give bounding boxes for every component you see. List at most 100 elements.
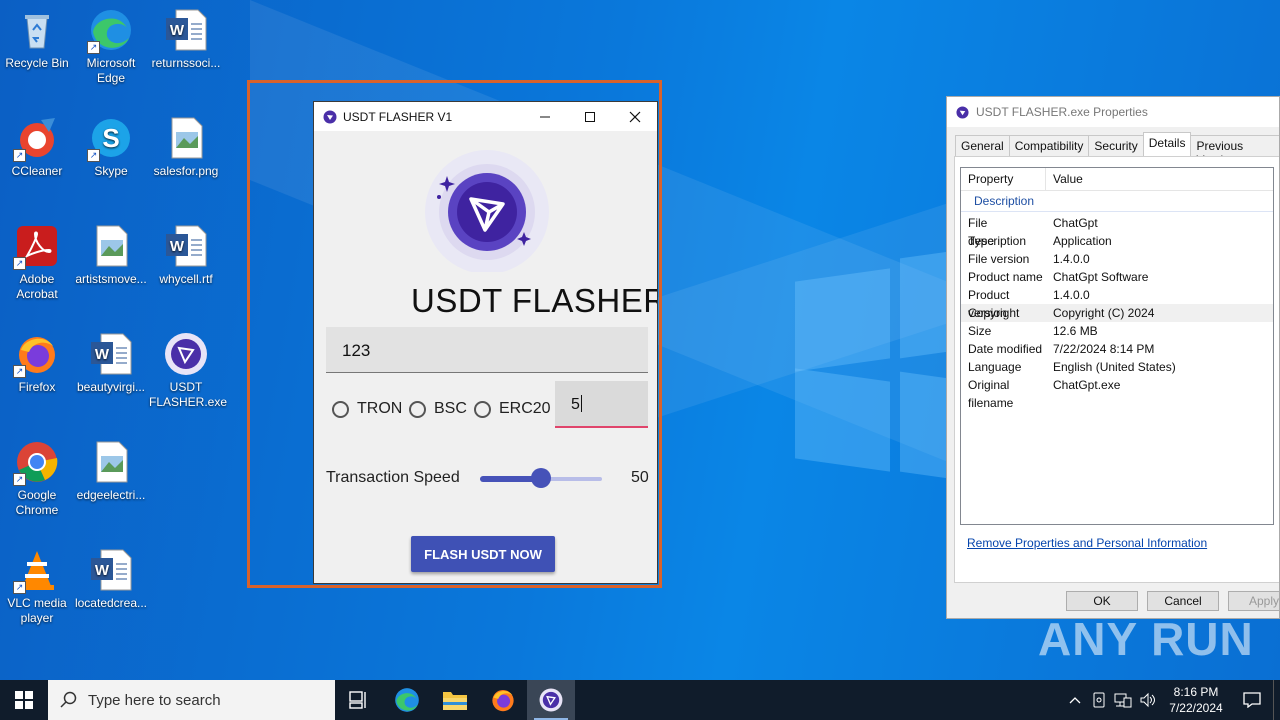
radio-circle[interactable] [332, 400, 349, 418]
radio-bsc[interactable]: BSC [409, 400, 467, 418]
property-name: File version [968, 252, 1030, 266]
property-name: Copyright [968, 306, 1020, 320]
text-caret [580, 395, 582, 412]
system-tray: 8:16 PM 7/22/2024 [1063, 680, 1280, 720]
icon-label: whycell.rtf [159, 272, 213, 286]
desktop-icon-edgeelectri[interactable]: edgeelectri... [74, 440, 148, 503]
maximize-button[interactable] [567, 102, 612, 131]
minimize-button[interactable] [522, 102, 567, 131]
desktop-icon-beautyvirgi[interactable]: W beautyvirgi... [74, 332, 148, 395]
desktop-icon-returnssoci[interactable]: W returnssoci... [149, 8, 223, 71]
radio-circle[interactable] [474, 400, 491, 418]
desktop-icon-edge[interactable]: ↗ Microsoft Edge [74, 8, 148, 86]
desktop-icon-skype[interactable]: S ↗ Skype [74, 116, 148, 179]
desktop-icon-firefox[interactable]: ↗ Firefox [0, 332, 74, 395]
desktop-icon-locatedcrea[interactable]: W locatedcrea... [74, 548, 148, 611]
vlc-icon: ↗ [13, 548, 59, 594]
details-row[interactable]: Size 12.6 MB [961, 322, 1273, 340]
firefox-icon [492, 689, 514, 712]
notifications-button[interactable] [1231, 680, 1273, 720]
desktop-icon-recycle-bin[interactable]: Recycle Bin [0, 8, 74, 71]
radio-label: BSC [434, 400, 467, 417]
details-row[interactable]: Date modified 7/22/2024 8:14 PM [961, 340, 1273, 358]
flash-usdt-button[interactable]: FLASH USDT NOW [411, 536, 555, 572]
desktop-icon-whycell[interactable]: W whycell.rtf [149, 224, 223, 287]
start-button[interactable] [0, 680, 48, 720]
show-hidden-icons-button[interactable] [1063, 680, 1087, 720]
property-name: File description [968, 216, 1027, 248]
tron-logo-icon [425, 150, 549, 272]
desktop: Recycle Bin ↗ CCleaner ↗ Adobe Acrobat ↗… [0, 0, 1280, 680]
word-doc-icon: W [164, 8, 208, 52]
taskbar-edge[interactable] [383, 680, 431, 720]
radio-circle[interactable] [409, 400, 426, 418]
desktop-icon-salesfor[interactable]: salesfor.png [149, 116, 223, 179]
tab-compatibility[interactable]: Compatibility [1008, 135, 1090, 158]
radio-erc20[interactable]: ERC20 [474, 400, 551, 418]
properties-titlebar[interactable]: USDT FLASHER.exe Properties [947, 97, 1279, 127]
details-row[interactable]: Product version 1.4.0.0 [961, 286, 1273, 320]
desktop-icon-google-chrome[interactable]: ↗ Google Chrome [0, 440, 74, 518]
property-name: Original filename [968, 378, 1014, 410]
tab-security[interactable]: Security [1088, 135, 1144, 158]
desktop-icon-usdt-flasher[interactable]: USDT FLASHER.exe [149, 332, 227, 410]
icon-label: VLC media player [7, 596, 67, 625]
minimize-icon [539, 116, 550, 117]
details-row[interactable]: File version 1.4.0.0 [961, 250, 1273, 268]
tab-general[interactable]: General [955, 135, 1010, 158]
details-row[interactable]: Type Application [961, 232, 1273, 250]
property-value: Copyright (C) 2024 [1053, 306, 1155, 320]
tray-volume-button[interactable] [1135, 680, 1161, 720]
desktop-icon-ccleaner[interactable]: ↗ CCleaner [0, 116, 74, 179]
cancel-button[interactable]: Cancel [1147, 591, 1219, 611]
anyrun-watermark: ANY RUN [1038, 613, 1254, 665]
task-view-button[interactable] [335, 680, 383, 720]
close-button[interactable] [612, 102, 657, 131]
windows-start-icon [15, 691, 33, 709]
column-header-property[interactable]: Property [961, 168, 1046, 190]
show-desktop-button[interactable] [1273, 680, 1280, 720]
tab-previous-versions[interactable]: Previous Versions [1190, 135, 1279, 167]
search-placeholder: Type here to search [88, 691, 221, 709]
radio-label: TRON [357, 400, 403, 417]
tray-network-button[interactable] [1111, 680, 1135, 720]
image-file-icon [89, 224, 133, 268]
icon-label: artistsmove... [75, 272, 147, 286]
property-value: 1.4.0.0 [1053, 252, 1090, 266]
remove-properties-link[interactable]: Remove Properties and Personal Informati… [967, 536, 1207, 550]
property-name: Language [968, 360, 1022, 374]
radio-tron[interactable]: TRON [332, 400, 402, 418]
taskbar-file-explorer[interactable] [431, 680, 479, 720]
desktop-icon-adobe-acrobat[interactable]: ↗ Adobe Acrobat [0, 224, 74, 302]
details-row[interactable]: File description ChatGpt [961, 214, 1273, 248]
ok-button[interactable]: OK [1066, 591, 1138, 611]
speed-slider-thumb[interactable] [531, 468, 551, 488]
tray-device-button[interactable] [1087, 680, 1111, 720]
icon-label: edgeelectri... [76, 488, 146, 502]
taskbar-clock[interactable]: 8:16 PM 7/22/2024 [1161, 684, 1231, 716]
icon-label: CCleaner [11, 164, 63, 178]
maximize-icon [584, 111, 595, 122]
details-row[interactable]: Copyright Copyright (C) 2024 [961, 304, 1273, 322]
tab-details[interactable]: Details [1142, 132, 1192, 158]
details-row[interactable]: Language English (United States) [961, 358, 1273, 376]
column-header-value[interactable]: Value [1046, 168, 1083, 190]
property-name: Product name [968, 270, 1043, 284]
clock-date: 7/22/2024 [1169, 701, 1223, 715]
app-titlebar[interactable]: USDT FLASHER V1 [314, 102, 657, 131]
desktop-icon-vlc[interactable]: ↗ VLC media player [0, 548, 74, 626]
properties-tabs: General Compatibility Security Details P… [955, 132, 1279, 167]
icon-label: salesfor.png [153, 164, 219, 178]
acrobat-icon: ↗ [13, 224, 59, 270]
count-input[interactable]: 5 [555, 381, 648, 428]
amount-input[interactable]: 123 [326, 327, 648, 373]
properties-title: USDT FLASHER.exe Properties [976, 105, 1148, 119]
details-row[interactable]: Product name ChatGpt Software [961, 268, 1273, 286]
details-row[interactable]: Original filename ChatGpt.exe [961, 376, 1273, 410]
desktop-icon-artistsmove[interactable]: artistsmove... [74, 224, 148, 287]
taskbar-usdt-flasher[interactable] [527, 680, 575, 720]
apply-button[interactable]: Apply [1228, 591, 1279, 611]
taskbar-search[interactable]: Type here to search [48, 680, 335, 720]
taskbar-firefox[interactable] [479, 680, 527, 720]
property-value: Application [1053, 234, 1112, 248]
